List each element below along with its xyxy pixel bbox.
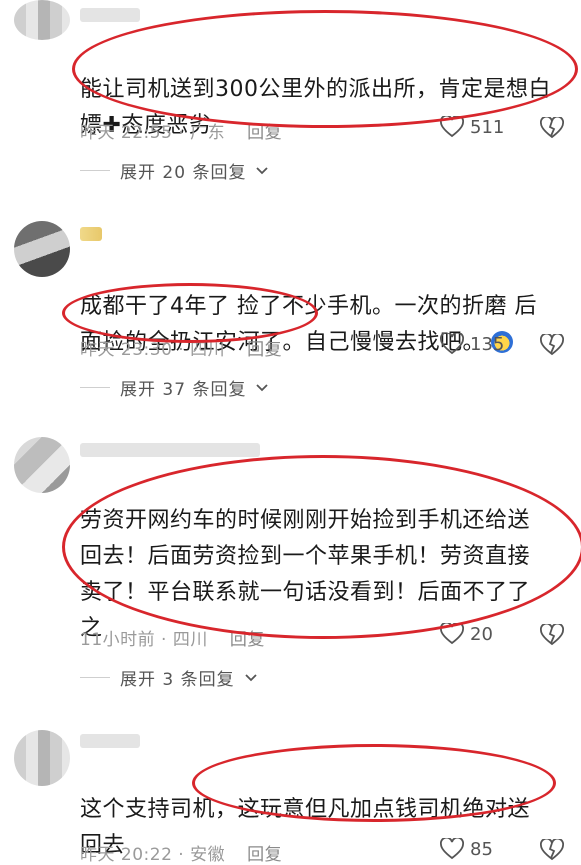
dislike-heart-icon	[540, 624, 564, 646]
expand-replies-button[interactable]: 展开 20 条回复	[80, 158, 269, 183]
chevron-down-icon	[256, 383, 269, 391]
chevron-down-icon	[244, 673, 257, 681]
comment-text: 劳资开网约车的时候刚刚开始捡到手机还给送 回去！后面劳资捡到一个苹果手机！劳资直…	[80, 508, 531, 641]
heart-icon	[440, 623, 464, 645]
like-button[interactable]: 20	[440, 623, 493, 645]
expand-label: 展开 3 条回复	[120, 670, 235, 690]
reply-button[interactable]: 回复	[230, 630, 265, 650]
comment-time: 昨天 20:22 · 安徽	[80, 845, 226, 865]
dislike-heart-icon	[540, 334, 564, 356]
divider-line	[80, 170, 110, 171]
comment-meta: 11小时前 · 四川 回复	[80, 625, 265, 650]
avatar[interactable]	[14, 730, 70, 786]
dislike-button[interactable]	[540, 624, 564, 646]
expand-replies-button[interactable]: 展开 37 条回复	[80, 375, 269, 400]
heart-icon	[440, 116, 464, 138]
username-blurred[interactable]	[80, 227, 102, 241]
divider-line	[80, 677, 110, 678]
divider-line	[80, 387, 110, 388]
comment-time: 11小时前 · 四川	[80, 630, 208, 650]
expand-replies-button[interactable]: 展开 3 条回复	[80, 665, 257, 690]
like-button[interactable]: 511	[440, 116, 504, 138]
reply-button[interactable]: 回复	[247, 340, 282, 360]
username-blurred[interactable]	[80, 734, 140, 748]
dislike-button[interactable]	[540, 334, 564, 356]
reply-button[interactable]: 回复	[247, 123, 282, 143]
like-count: 85	[470, 838, 493, 860]
dislike-heart-icon	[540, 117, 564, 139]
chevron-down-icon	[256, 166, 269, 174]
username-blurred[interactable]	[80, 443, 260, 457]
expand-label: 展开 37 条回复	[120, 380, 247, 400]
comment-meta: 昨天 23:30 · 四川 回复	[80, 335, 282, 360]
like-count: 20	[470, 623, 493, 645]
username-blurred[interactable]	[80, 8, 140, 22]
heart-icon	[440, 838, 464, 860]
comment-time: 昨天 23:30 · 四川	[80, 340, 226, 360]
comment-time: 昨天 22:55 · 广东	[80, 123, 226, 143]
like-count: 511	[470, 116, 505, 138]
like-count: 135	[470, 333, 505, 355]
reply-button[interactable]: 回复	[247, 845, 282, 865]
like-button[interactable]: 135	[440, 333, 504, 355]
like-button[interactable]: 85	[440, 838, 493, 860]
comment-meta: 昨天 20:22 · 安徽 回复	[80, 840, 282, 865]
heart-icon	[440, 333, 464, 355]
dislike-button[interactable]	[540, 117, 564, 139]
avatar[interactable]	[14, 221, 70, 277]
avatar[interactable]	[14, 437, 70, 493]
avatar[interactable]	[14, 0, 70, 40]
expand-label: 展开 20 条回复	[120, 163, 247, 183]
comment-meta: 昨天 22:55 · 广东 回复	[80, 118, 282, 143]
